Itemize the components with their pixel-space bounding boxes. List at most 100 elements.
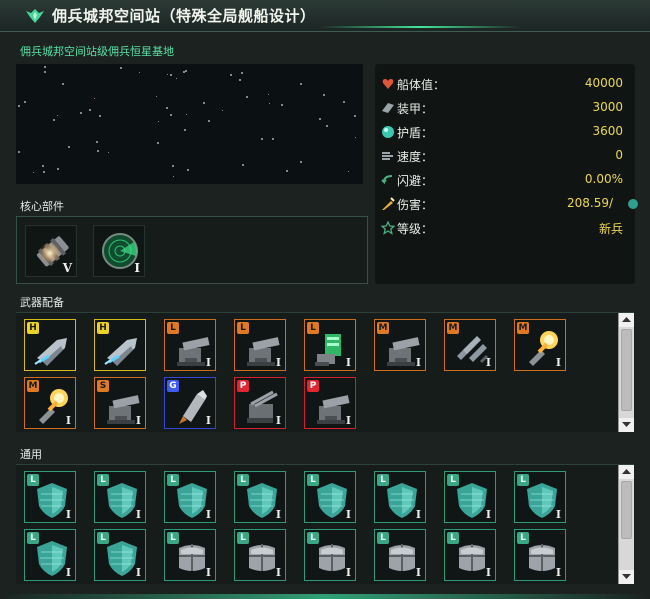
weapon-slot[interactable]: LI [304,319,356,371]
slot-size-badge: M [27,380,39,392]
slot-size-badge: L [237,322,249,334]
utility-slot[interactable]: LI [24,471,76,523]
slot-size-badge: L [237,474,249,486]
star [166,107,168,109]
star [319,118,321,120]
utility-slot[interactable]: LI [514,471,566,523]
weapon-slot[interactable]: PI [304,377,356,429]
hull-heart-icon [382,79,394,89]
weapons-scrollbar[interactable] [618,313,634,432]
star [99,115,101,117]
star [186,114,187,115]
star [68,146,70,148]
core-slot-reactor[interactable]: V [25,225,77,277]
slot-size-badge: L [307,532,319,544]
tier-label: I [205,508,211,521]
utility-slot[interactable]: LI [164,471,216,523]
star [57,168,59,170]
weapon-slot[interactable]: H [94,319,146,371]
slot-size-badge: L [307,322,319,334]
star [203,102,205,104]
general-scrollbar[interactable] [618,465,634,584]
shield-orb-icon [382,126,394,138]
weapon-slot[interactable]: PI [234,377,286,429]
star [139,72,140,73]
scroll-thumb[interactable] [621,329,632,411]
utility-slot[interactable]: LI [24,529,76,581]
star [170,114,172,116]
tier-label: I [345,566,351,579]
tier-label: I [555,566,561,579]
stat-row: 护盾： 3600 [381,120,627,144]
star [18,151,20,153]
tier-label: I [135,508,141,521]
tier-label: I [415,508,421,521]
star [183,71,185,73]
stat-value: 3000 [592,100,623,114]
weapon-slot[interactable]: MI [374,319,426,371]
weapon-slot[interactable]: MI [514,319,566,371]
star [184,129,186,131]
scroll-up-arrow-icon[interactable] [619,313,634,327]
star [157,142,159,144]
tier-label: I [135,414,141,427]
star [120,67,122,69]
utility-slot[interactable]: LI [94,471,146,523]
core-slot-sensor[interactable]: I [93,225,145,277]
slot-size-badge: L [27,532,39,544]
weapon-slot[interactable]: MI [444,319,496,371]
slot-size-badge: P [237,380,249,392]
utility-slot[interactable]: LI [304,471,356,523]
star [18,105,20,107]
star [272,138,274,140]
utility-slot[interactable]: LI [444,529,496,581]
star [24,101,26,103]
weapon-slot[interactable]: SI [94,377,146,429]
missile-pod-icon [34,338,67,366]
scroll-thumb[interactable] [621,481,632,539]
stat-value: 新兵 [598,222,623,236]
slot-size-badge: S [97,380,109,392]
star [43,171,45,173]
stat-row: 闪避： 0.00% [381,168,627,192]
tier-label: I [65,508,71,521]
rank-star-icon [381,221,395,235]
utility-slot[interactable]: LI [164,529,216,581]
utility-slot[interactable]: LI [94,529,146,581]
slot-size-badge: L [377,474,389,486]
utility-slot[interactable]: LI [444,471,496,523]
slot-size-badge: L [167,474,179,486]
bottom-glow [0,594,650,599]
star [355,137,356,138]
star [326,125,328,127]
slot-size-badge: L [377,532,389,544]
tier-label: I [485,508,491,521]
scroll-down-arrow-icon[interactable] [619,418,634,432]
utility-slot[interactable]: LI [374,529,426,581]
star [286,170,288,172]
tier-label: I [275,566,281,579]
star [230,74,232,76]
weapons-section-label: 武器配备 [20,296,64,309]
slot-size-badge: L [517,532,529,544]
weapon-slot[interactable]: LI [164,319,216,371]
tier-label: I [275,356,281,369]
stat-value: 208.59/ [566,196,613,210]
weapon-slot[interactable]: H [24,319,76,371]
utility-slot[interactable]: LI [304,529,356,581]
star [33,172,34,173]
utility-slot[interactable]: LI [514,529,566,581]
weapon-slot[interactable]: MI [24,377,76,429]
scroll-down-arrow-icon[interactable] [619,570,634,584]
weapon-slot[interactable]: LI [234,319,286,371]
window-title: 佣兵城邦空间站（特殊全局舰船设计） [52,7,316,25]
tier-label: I [134,261,140,275]
scroll-up-arrow-icon[interactable] [619,465,634,479]
star [44,66,46,68]
star [300,161,302,163]
empire-emblem-icon [26,9,44,23]
weapon-slot[interactable]: GI [164,377,216,429]
utility-slot[interactable]: LI [374,471,426,523]
utility-slot[interactable]: LI [234,471,286,523]
utility-slot[interactable]: LI [234,529,286,581]
